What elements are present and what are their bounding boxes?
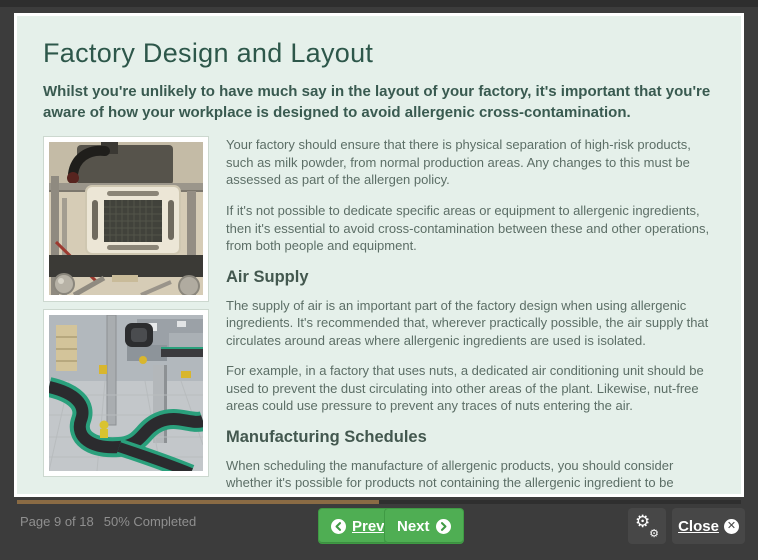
slide-content: Your factory should ensure that there is… (43, 136, 715, 497)
text-column: Your factory should ensure that there is… (226, 136, 715, 497)
body-paragraph: Your factory should ensure that there is… (226, 136, 715, 189)
chevron-right-circle-icon (436, 519, 451, 534)
window-top-edge (0, 0, 758, 7)
settings-button[interactable]: ⚙⚙ (628, 508, 666, 544)
page-status: Page 9 of 18 50% Completed (20, 514, 206, 529)
completion-indicator: 50% Completed (104, 514, 197, 529)
section-heading-air-supply: Air Supply (226, 268, 715, 287)
page-title: Factory Design and Layout (43, 38, 715, 69)
body-paragraph: The supply of air is an important part o… (226, 297, 715, 350)
body-paragraph: When scheduling the manufacture of aller… (226, 457, 715, 497)
next-button-label: Next (397, 518, 430, 535)
section-heading-manufacturing-schedules: Manufacturing Schedules (226, 428, 715, 447)
progress-bar (17, 500, 741, 504)
progress-fill (17, 500, 379, 504)
body-paragraph: For example, in a factory that uses nuts… (226, 362, 715, 415)
factory-conveyor-illustration (49, 315, 203, 471)
slide-intro: Whilst you're unlikely to have much say … (43, 82, 715, 123)
x-circle-icon: ✕ (724, 519, 739, 534)
air-conditioning-photo (43, 136, 209, 302)
media-column (43, 136, 209, 497)
close-button-label: Close (678, 518, 719, 535)
next-button[interactable]: Next (384, 508, 464, 544)
body-paragraph: If it's not possible to dedicate specifi… (226, 202, 715, 255)
prev-button-label: Prev (352, 518, 385, 535)
chevron-left-circle-icon (331, 519, 346, 534)
page-indicator: Page 9 of 18 (20, 514, 94, 529)
close-button[interactable]: Close ✕ (672, 508, 745, 544)
air-conditioning-illustration (49, 142, 203, 295)
cogs-icon: ⚙⚙ (636, 516, 658, 536)
factory-conveyor-photo (43, 309, 209, 477)
course-slide: Factory Design and Layout Whilst you're … (14, 13, 744, 497)
